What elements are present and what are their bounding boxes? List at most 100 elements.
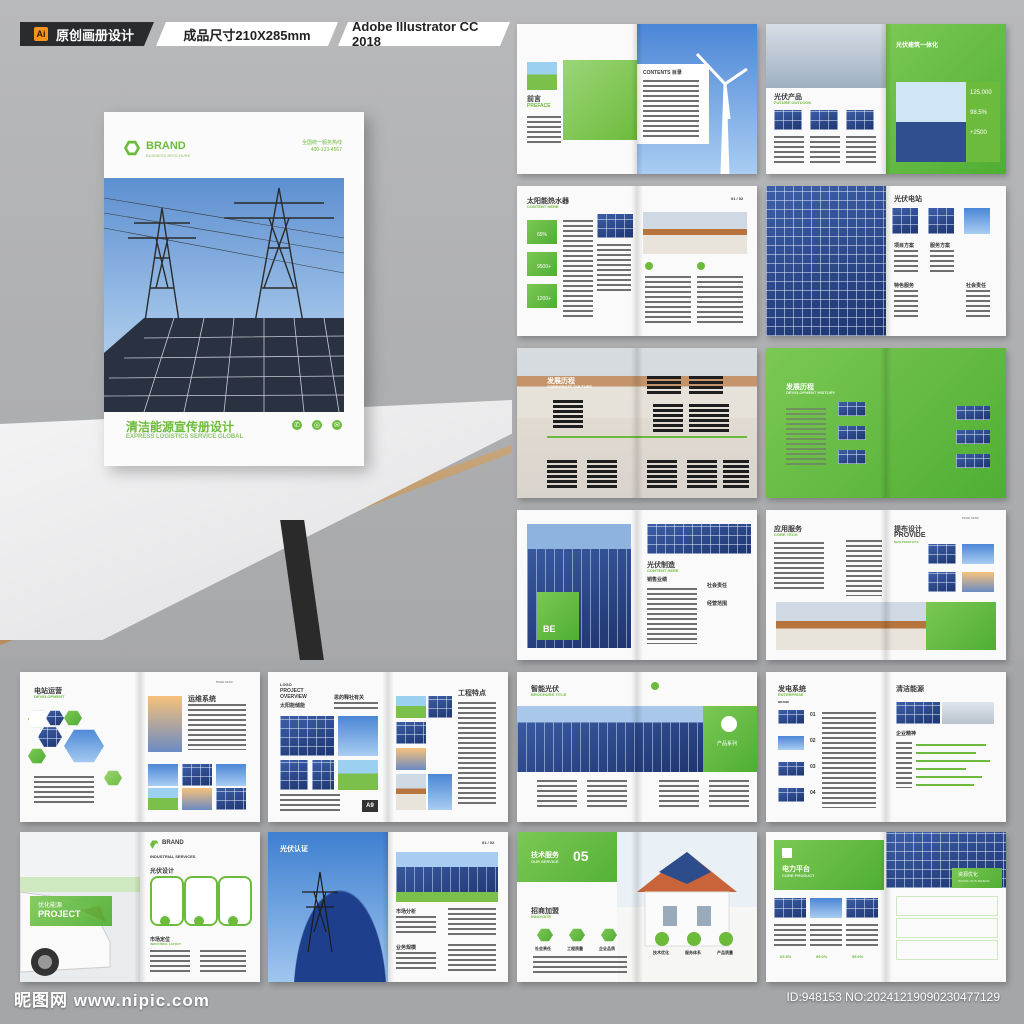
- project-overview-title-cn: 太阳能储能: [280, 703, 306, 709]
- card-1-icon: [160, 916, 170, 926]
- stat-3: +2500: [970, 130, 987, 136]
- location-icon: [721, 716, 737, 732]
- join-text: [533, 956, 627, 974]
- business-scale-text: [396, 952, 436, 972]
- history-entry-3: [689, 376, 723, 396]
- tag-original-design-label: 原创画册设计: [56, 27, 135, 43]
- thumb-b: [928, 208, 954, 234]
- icon-label-6: 产品质量: [717, 950, 733, 955]
- text-1: [774, 924, 806, 948]
- spread-pv-certification: 光伏认证 01 / 02 市场分析 业务规模: [268, 832, 508, 982]
- image-id: ID:948153 NO:20241219090230477129: [786, 990, 1000, 1004]
- thumb-a: [892, 208, 918, 234]
- col-1-text: [894, 250, 918, 274]
- history-entry-2: [647, 376, 681, 396]
- provide-sub: NEW PRODUCTS: [894, 540, 919, 544]
- photo-turbines: [896, 82, 966, 162]
- photo-panels: [647, 524, 751, 554]
- app-services-title-en: CORE TECH: [774, 532, 798, 537]
- thumb-5: [956, 430, 990, 444]
- preface-title-en: PREFACE: [527, 103, 551, 109]
- tech-services-title-en: OUR SERVICE: [531, 859, 559, 864]
- illustrator-icon: Ai: [34, 27, 48, 41]
- ops-system-text: [188, 704, 246, 750]
- spread-power-platform: 电力平台 CORE PRODUCT 65.5% 99.0% 59.0% 资源优化…: [766, 832, 1006, 982]
- resource-title: 资源优化: [958, 872, 979, 878]
- text-2: [810, 924, 842, 948]
- hex-photo-1: [46, 710, 64, 726]
- dev-history-title-en: DEVELOPMENT HISTORY: [786, 390, 836, 395]
- thumb-4: [148, 788, 178, 810]
- hex-green-2: [28, 748, 46, 764]
- spread-industrial-services: 优化能源 PROJECT BRAND INDUSTRIAL SERVICES 光…: [20, 832, 260, 982]
- stat-box-3: 1200+: [527, 284, 557, 308]
- num-04: 04: [810, 790, 816, 796]
- project-sub-text: [334, 702, 378, 710]
- thumb-3: [216, 764, 246, 786]
- progress-bar-6: [916, 784, 974, 786]
- icon-label-2: 工程质量: [567, 946, 583, 951]
- spread-power-system: 发电系统 ENTERPRISE BRAND 01 02 03 04 清洁能源 企…: [766, 672, 1006, 822]
- thumb-2: [810, 110, 838, 130]
- layout-text-2: [200, 950, 246, 974]
- cover-hotline-number: 400-123-4567: [310, 147, 342, 153]
- circle-icon-2: [687, 932, 701, 946]
- timeline-line: [547, 436, 747, 438]
- watermark: 昵图网 www.nipic.com: [14, 991, 210, 1010]
- text-2: [810, 136, 840, 166]
- cover-brand: BRAND: [146, 140, 186, 152]
- col-3-text: [894, 290, 918, 320]
- brochure-cover: BRAND BUSINESS BROCHURE 全国统一服务热线 400-123…: [104, 112, 364, 466]
- engineering-title: 工程特点: [458, 690, 486, 697]
- text-col: [563, 220, 593, 320]
- history-entry-4: [653, 404, 683, 432]
- project-text: [280, 794, 340, 812]
- history-entry-6: [547, 460, 577, 490]
- engineering-text: [458, 702, 496, 806]
- thumb-6: [428, 774, 452, 810]
- pv-station-title: 光伏电站: [894, 196, 922, 203]
- photo-tower-dome: [268, 832, 388, 982]
- col-1-label: 项目方案: [894, 243, 915, 249]
- cover-title: 清洁能源宣传册设计: [126, 420, 235, 434]
- market-analysis-text: [396, 916, 436, 936]
- thumb-1: [148, 764, 178, 786]
- progress-bar-4: [916, 768, 966, 770]
- green-card-badge: BE: [543, 624, 556, 634]
- provide-title-en: PROVIDE: [894, 532, 926, 539]
- photo-panels: [896, 702, 940, 724]
- overlay-en: PROJECT: [38, 909, 81, 919]
- text-col-3: [645, 276, 691, 326]
- history-entry-8: [647, 460, 677, 490]
- photo-solar-closeup: [766, 186, 886, 336]
- list-box-1: [896, 896, 998, 916]
- spread-station-operation: 电站运营 DEVELOPMENT PAGE 01/02 运维系统: [20, 672, 260, 822]
- num-01: 01: [810, 712, 816, 718]
- thumb-5: [182, 788, 212, 810]
- card-2-icon: [194, 916, 204, 926]
- col-4-label: 社会责任: [966, 283, 987, 289]
- industrial-title-cn: 光伏设计: [150, 869, 175, 875]
- thumb-3: [396, 748, 426, 770]
- cover-photo: [104, 178, 344, 412]
- progress-bar-3: [916, 760, 990, 762]
- green-panel: [563, 60, 637, 140]
- photo-field: [527, 62, 557, 90]
- cover-subtitle: EXPRESS LOGISTICS SERVICE GLOBAL: [126, 434, 244, 440]
- icon-label-5: 服务体系: [685, 950, 701, 955]
- history-title-en: CORPORATE CULTURE: [547, 384, 593, 389]
- spread-development-history: 发展历程 DEVELOPMENT HISTORY: [766, 348, 1006, 498]
- text-1: [537, 780, 577, 810]
- app-services-stats: [846, 540, 882, 596]
- thumb-2: [778, 736, 804, 750]
- page-number: 01 / 02: [482, 840, 495, 845]
- cover-hotline-label: 全国统一服务热线: [301, 140, 342, 146]
- photo-carport: [766, 24, 886, 88]
- thumb-5: [428, 696, 452, 718]
- industrial-title-en: INDUSTRIAL SERVICES: [150, 854, 196, 859]
- market-analysis: 市场分析: [396, 909, 417, 915]
- grid-icon: [782, 848, 792, 858]
- certification-title: 光伏认证: [280, 846, 308, 853]
- thumb-4: [396, 774, 426, 810]
- hex-outline-1: [28, 710, 48, 728]
